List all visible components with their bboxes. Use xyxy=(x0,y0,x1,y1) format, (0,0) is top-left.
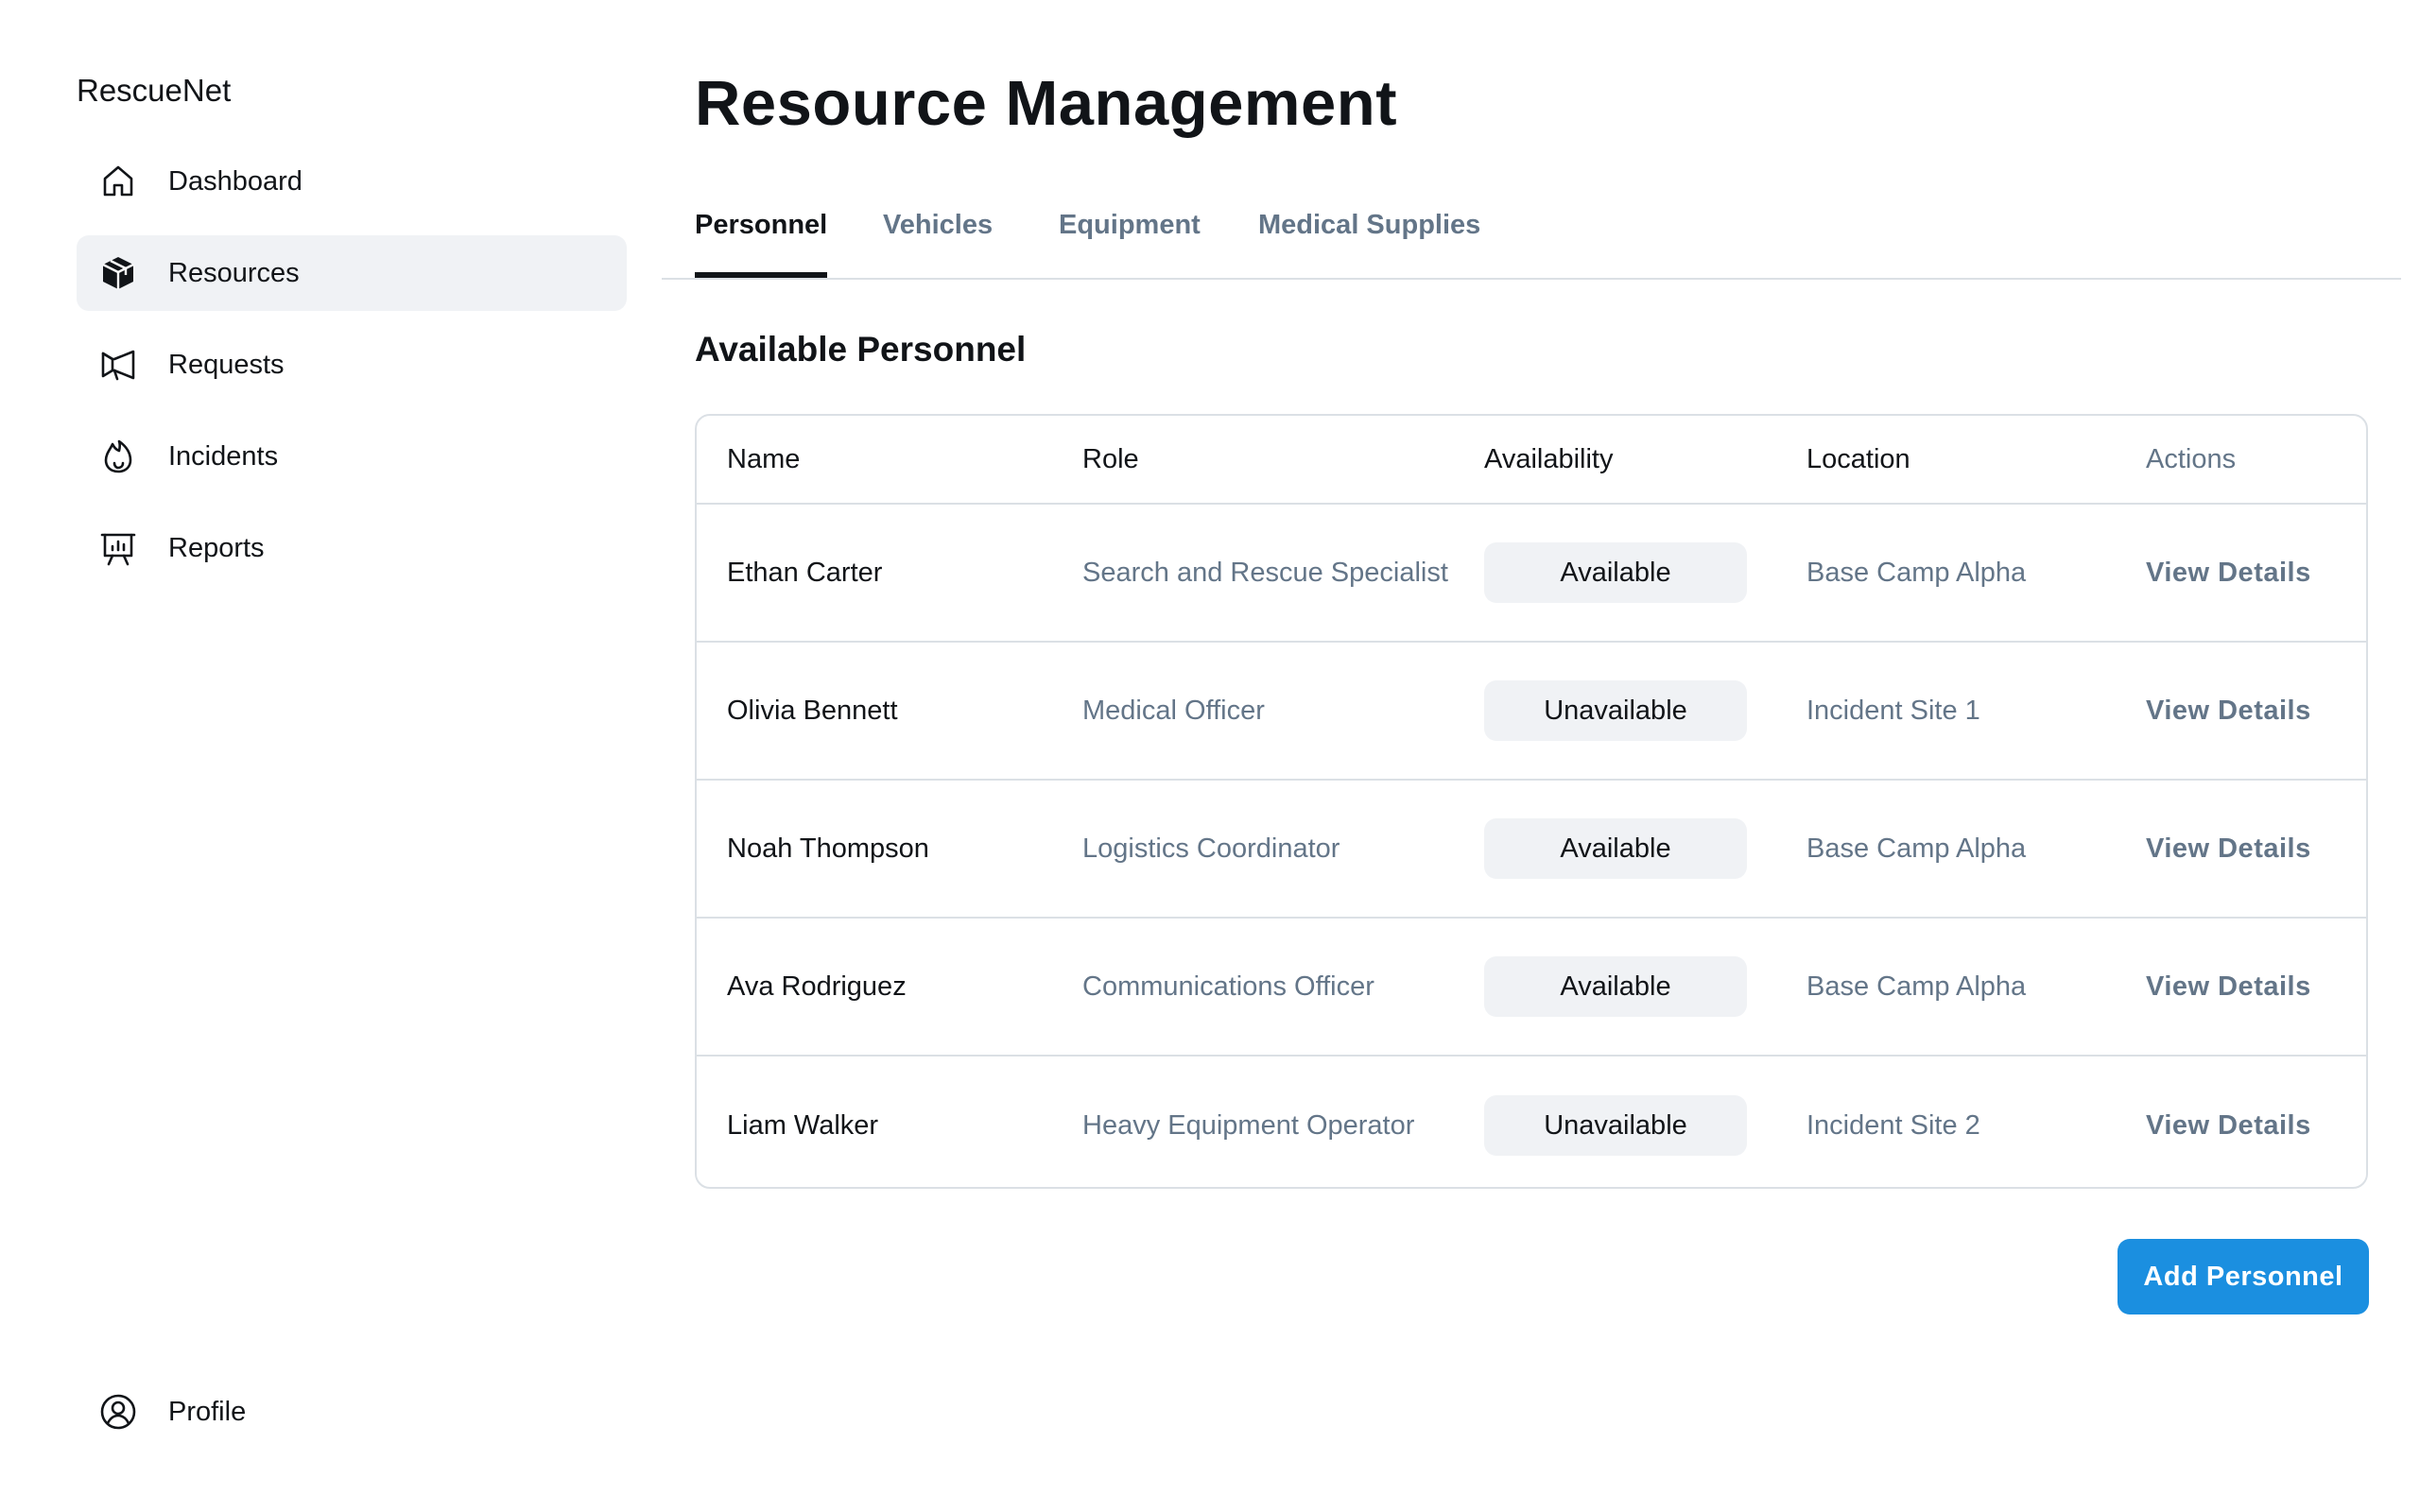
table-row: Olivia Bennett Medical Officer Unavailab… xyxy=(697,643,2366,781)
availability-cell: Available xyxy=(1484,505,1768,641)
tab-personnel[interactable]: Personnel xyxy=(695,180,828,278)
personnel-table: Name Role Availability Location Actions … xyxy=(695,414,2368,1189)
actions-cell: View Details xyxy=(2146,1057,2363,1187)
personnel-role: Logistics Coordinator xyxy=(1082,833,1340,864)
actions-cell: View Details xyxy=(2146,643,2363,779)
personnel-location: Base Camp Alpha xyxy=(1806,833,2027,864)
sidebar-nav: Dashboard Resources Requests Incidents R… xyxy=(77,144,627,602)
package-icon xyxy=(99,254,137,292)
tab-bar: Personnel Vehicles Equipment Medical Sup… xyxy=(662,180,2401,280)
sidebar-item-incidents[interactable]: Incidents xyxy=(77,419,627,494)
fire-icon xyxy=(99,438,137,475)
megaphone-icon xyxy=(99,346,137,384)
personnel-name: Ava Rodriguez xyxy=(727,971,907,1002)
sidebar-item-label: Requests xyxy=(168,350,285,380)
sidebar-item-label: Dashboard xyxy=(168,166,302,197)
personnel-role: Search and Rescue Specialist xyxy=(1082,558,1448,588)
user-circle-icon xyxy=(99,1393,137,1431)
app-window: RescueNet Dashboard Resources Requests I… xyxy=(0,0,2420,1512)
availability-badge: Available xyxy=(1484,956,1747,1017)
tab-vehicles[interactable]: Vehicles xyxy=(883,180,993,274)
personnel-location: Incident Site 2 xyxy=(1806,1110,1980,1141)
column-header-actions: Actions xyxy=(2146,444,2237,474)
table-row: Noah Thompson Logistics Coordinator Avai… xyxy=(697,781,2366,919)
sidebar-item-reports[interactable]: Reports xyxy=(77,510,627,586)
actions-cell: View Details xyxy=(2146,781,2363,917)
sidebar-item-resources[interactable]: Resources xyxy=(77,235,627,311)
tab-equipment[interactable]: Equipment xyxy=(1059,180,1201,274)
view-details-link[interactable]: View Details xyxy=(2146,967,2311,1006)
availability-cell: Available xyxy=(1484,781,1768,917)
sidebar-item-label: Reports xyxy=(168,533,265,563)
table-row: Ethan Carter Search and Rescue Specialis… xyxy=(697,505,2366,643)
column-header-role: Role xyxy=(1082,444,1139,474)
personnel-name: Liam Walker xyxy=(727,1110,879,1141)
personnel-name: Ethan Carter xyxy=(727,558,883,588)
sidebar-item-requests[interactable]: Requests xyxy=(77,327,627,403)
section-title: Available Personnel xyxy=(695,330,1027,369)
table-row: Ava Rodriguez Communications Officer Ava… xyxy=(697,919,2366,1057)
personnel-role: Heavy Equipment Operator xyxy=(1082,1110,1415,1141)
view-details-link[interactable]: View Details xyxy=(2146,553,2311,593)
presentation-chart-icon xyxy=(99,529,137,567)
sidebar-item-profile[interactable]: Profile xyxy=(77,1374,627,1450)
add-personnel-button[interactable]: Add Personnel xyxy=(2118,1239,2369,1314)
main-content: Resource Management Personnel Vehicles E… xyxy=(662,0,2420,1512)
view-details-link[interactable]: View Details xyxy=(2146,829,2311,868)
table-row: Liam Walker Heavy Equipment Operator Una… xyxy=(697,1057,2366,1187)
sidebar-item-dashboard[interactable]: Dashboard xyxy=(77,144,627,219)
actions-cell: View Details xyxy=(2146,919,2363,1055)
column-header-availability: Availability xyxy=(1484,444,1614,474)
house-icon xyxy=(99,163,137,200)
profile-label: Profile xyxy=(168,1397,247,1427)
view-details-link[interactable]: View Details xyxy=(2146,691,2311,730)
page-title: Resource Management xyxy=(695,68,1397,139)
personnel-name: Olivia Bennett xyxy=(727,696,898,726)
personnel-location: Base Camp Alpha xyxy=(1806,558,2027,588)
column-header-name: Name xyxy=(727,444,801,474)
sidebar-item-label: Resources xyxy=(168,258,300,288)
availability-badge: Unavailable xyxy=(1484,1095,1747,1156)
table-header-row: Name Role Availability Location Actions xyxy=(697,416,2366,505)
availability-badge: Available xyxy=(1484,818,1747,879)
availability-cell: Available xyxy=(1484,919,1768,1055)
view-details-link[interactable]: View Details xyxy=(2146,1106,2311,1145)
column-header-location: Location xyxy=(1806,444,1910,474)
availability-badge: Unavailable xyxy=(1484,680,1747,741)
availability-cell: Unavailable xyxy=(1484,1057,1768,1187)
brand-name: RescueNet xyxy=(77,73,232,108)
personnel-location: Incident Site 1 xyxy=(1806,696,1980,726)
tab-medical-supplies[interactable]: Medical Supplies xyxy=(1258,180,1480,274)
availability-badge: Available xyxy=(1484,542,1747,603)
sidebar-item-label: Incidents xyxy=(168,441,279,472)
personnel-role: Communications Officer xyxy=(1082,971,1374,1002)
actions-cell: View Details xyxy=(2146,505,2363,641)
personnel-name: Noah Thompson xyxy=(727,833,929,864)
personnel-location: Base Camp Alpha xyxy=(1806,971,2027,1002)
personnel-role: Medical Officer xyxy=(1082,696,1265,726)
availability-cell: Unavailable xyxy=(1484,643,1768,779)
sidebar: RescueNet Dashboard Resources Requests I… xyxy=(0,0,662,1512)
